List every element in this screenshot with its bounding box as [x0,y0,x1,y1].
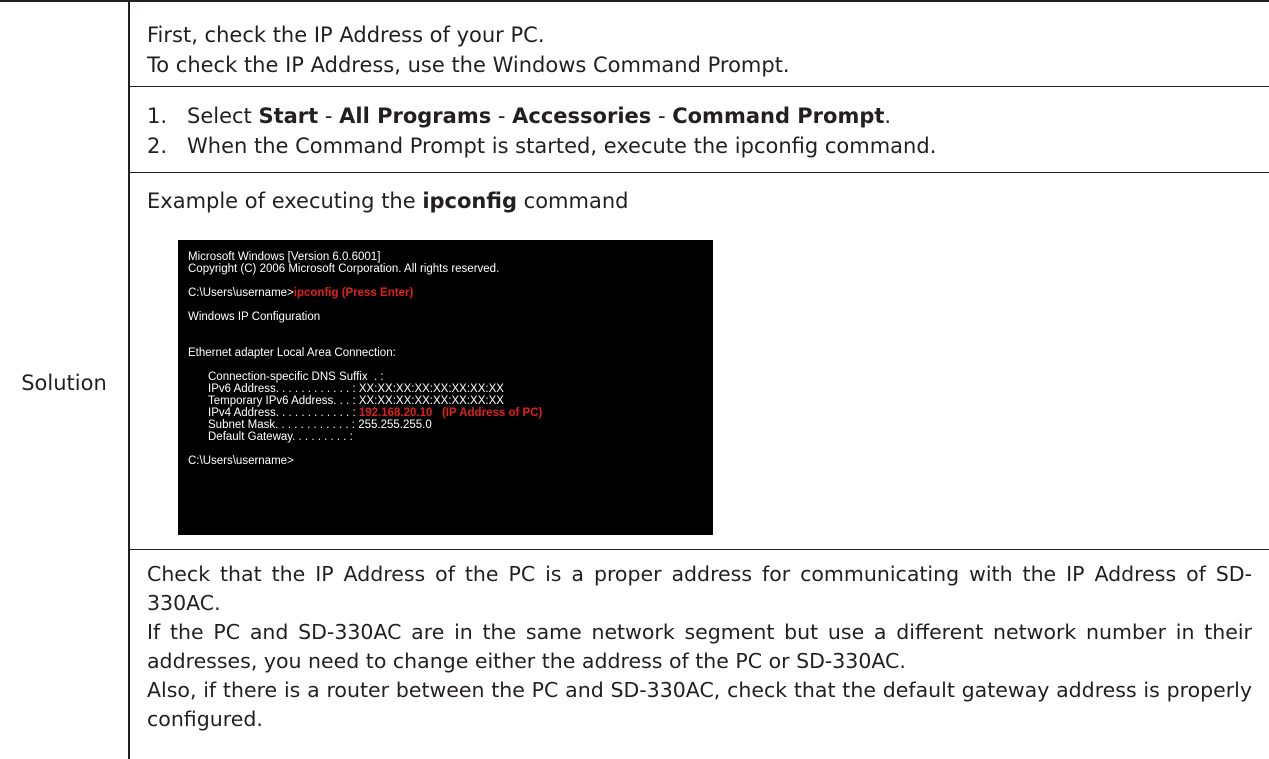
terminal-line: C:\Users\username> [188,455,294,467]
table-top-border [0,0,1269,2]
terminal-prompt: C:\Users\username> [188,287,294,299]
ipv4-value: 192.168.20.10 (IP Address of PC) [358,407,543,419]
intro-line-1: First, check the IP Address of your PC. [147,23,545,47]
list-item: 1. Select Start - All Programs - Accesso… [147,101,1259,131]
example-suffix: command [516,189,629,213]
menu-command-prompt: Command Prompt [672,104,885,128]
row-label: Solution [21,371,107,395]
example-command: ipconfig [422,189,517,213]
menu-accessories: Accessories [512,104,652,128]
list-item: 2. When the Command Prompt is started, e… [147,131,1259,161]
paragraph: Check that the IP Address of the PC is a… [147,562,1252,615]
terminal-line: Ethernet adapter Local Area Connection: [188,347,396,359]
example-prefix: Example of executing the [147,189,423,213]
example-heading: Example of executing the ipconfig comman… [147,186,1259,216]
command-prompt-screenshot: Microsoft Windows [Version 6.0.6001] Cop… [178,240,713,535]
terminal-line: Temporary IPv6 Address. . . : XX:XX:XX:X… [208,395,504,407]
menu-separator: - [491,104,513,128]
terminal-line: IPv6 Address. . . . . . . . . . . . : XX… [208,383,504,395]
terminal-command: ipconfig (Press Enter) [293,287,414,299]
row-divider [130,172,1269,173]
step-text: When the Command Prompt is started, exec… [187,134,937,158]
step-prefix: Select [187,104,259,128]
steps-list: 1. Select Start - All Programs - Accesso… [147,101,1259,161]
menu-separator: - [651,104,673,128]
step-suffix: . [884,104,892,128]
terminal-line: Windows IP Configuration [188,311,321,323]
terminal-line: Connection-specific DNS Suffix . : [208,371,384,383]
menu-separator: - [318,104,340,128]
paragraph: Also, if there is a router between the P… [147,678,1252,731]
column-divider [128,2,130,759]
terminal-line: Copyright (C) 2006 Microsoft Corporation… [188,263,500,275]
ipv4-label: IPv4 Address. . . . . . . . . . . . : [208,407,359,419]
terminal-line: Subnet Mask. . . . . . . . . . . . : 255… [208,419,432,431]
terminal-line: IPv4 Address. . . . . . . . . . . . : 19… [208,407,542,419]
terminal-line: Microsoft Windows [Version 6.0.6001] [188,251,381,263]
terminal-line: Default Gateway. . . . . . . . . : [208,431,353,443]
menu-start: Start [258,104,319,128]
row-divider [130,549,1269,550]
menu-all-programs: All Programs [339,104,492,128]
intro-line-2: To check the IP Address, use the Windows… [147,53,790,77]
step-number: 2. [147,134,168,158]
row-divider [130,86,1269,87]
terminal-line: C:\Users\username>ipconfig (Press Enter) [188,287,413,299]
step-number: 1. [147,104,168,128]
paragraph: If the PC and SD-330AC are in the same n… [147,620,1252,673]
